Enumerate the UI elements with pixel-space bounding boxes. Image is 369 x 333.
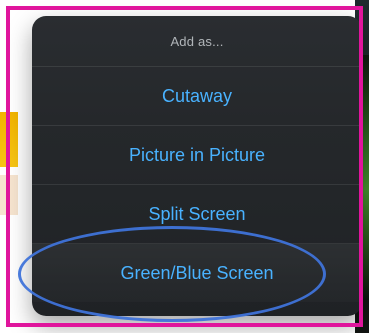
add-as-menu: Add as... Cutaway Picture in Picture Spl…	[32, 16, 362, 316]
menu-item-split-screen[interactable]: Split Screen	[32, 185, 362, 243]
background-light-strip	[0, 175, 18, 215]
screenshot-stage: Add as... Cutaway Picture in Picture Spl…	[0, 0, 369, 333]
menu-item-green-blue-screen[interactable]: Green/Blue Screen	[32, 244, 362, 302]
menu-item-picture-in-picture[interactable]: Picture in Picture	[32, 126, 362, 184]
menu-item-cutaway[interactable]: Cutaway	[32, 67, 362, 125]
background-yellow-strip	[0, 112, 18, 167]
menu-title: Add as...	[170, 34, 224, 49]
